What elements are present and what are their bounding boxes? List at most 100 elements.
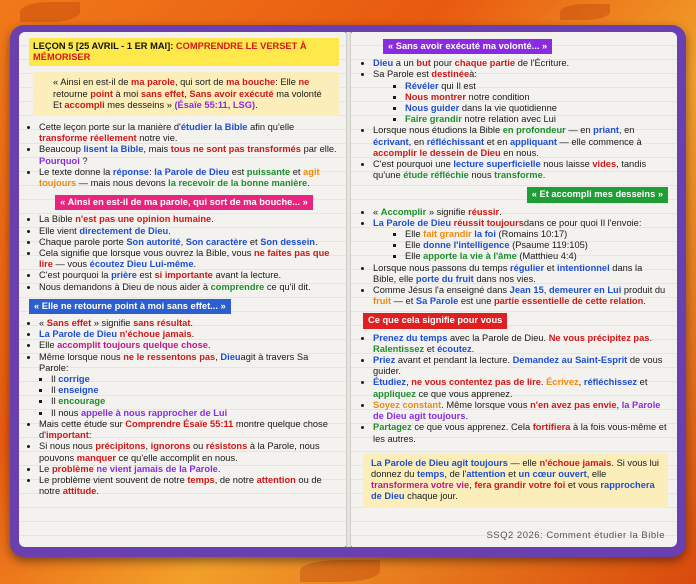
section-title-1: « Ainsi en est-il de ma parole, qui sort… <box>55 195 313 211</box>
text-run: en nous. <box>500 147 539 158</box>
text-run: point <box>90 88 113 99</box>
list-item: Si nous nous précipitons, ignorons ou ré… <box>39 441 339 463</box>
text-run: Nous guider <box>405 103 460 114</box>
text-run: priant <box>593 125 619 136</box>
text-run: , en <box>408 136 427 147</box>
list-item: Il nous appelle à nous rapprocher de Lui <box>51 408 339 419</box>
text-run: attention <box>466 468 506 479</box>
section-1-list: La Bible n'est pas une opinion humaine.E… <box>29 214 339 292</box>
section-3-list-b: Lorsque nous étudions la Bible en profon… <box>363 125 668 181</box>
text-run: Cela signifie que lorsque vous ouvrez la… <box>39 248 254 259</box>
text-run: — et <box>391 296 416 307</box>
text-run: transforme réellement <box>39 133 137 144</box>
text-run: problème <box>51 463 94 474</box>
text-run: dans nos vies. <box>473 273 536 284</box>
text-run: réfléchissant <box>426 136 485 147</box>
text-run: est <box>136 270 155 281</box>
text-run: vides <box>592 159 617 170</box>
text-run: fait grandir <box>423 229 472 240</box>
text-run: Cette leçon porte sur la manière d' <box>39 122 181 133</box>
text-run: . <box>465 411 469 422</box>
section-3-sublist: Révéler qui Il estNous montrer notre con… <box>363 81 668 126</box>
text-run: « <box>373 206 381 217</box>
text-run: prière <box>111 270 137 281</box>
text-run: par elle. <box>300 144 337 155</box>
text-run: ma parole <box>131 77 175 88</box>
text-run: (Psaume 119:105) <box>509 240 588 251</box>
list-item: Elle accomplit toujours quelque chose. <box>39 340 339 351</box>
text-run: Dieu <box>373 58 394 69</box>
text-run: . <box>643 296 646 307</box>
text-run: fera grandir votre foi <box>474 480 566 491</box>
text-run: , en <box>618 125 635 136</box>
text-run: Elle <box>405 240 424 251</box>
list-item: Prenez du temps avec la Parole de Dieu. … <box>373 333 668 355</box>
list-item: Comme Jésus l'a enseigné dans Jean 15, d… <box>373 285 668 307</box>
text-run: Son dessein <box>260 236 315 247</box>
text-run: la foi <box>474 229 496 240</box>
section-2-sublist: Il corrigeIl enseigneIl encourageIl nous… <box>29 374 339 419</box>
text-run: manquer <box>76 452 116 463</box>
list-item: Priez avant et pendant la lecture. Deman… <box>373 355 668 377</box>
text-run: et en <box>484 136 510 147</box>
list-item: La Parole de Dieu réussit toujoursdans c… <box>373 218 668 229</box>
list-item: Il corrige <box>51 374 339 385</box>
text-run: résistons <box>205 441 248 452</box>
text-run: : Elle <box>275 77 299 88</box>
text-run: étudier la Bible <box>180 122 248 133</box>
list-item: « Sans effet » signifie sans résultat. <box>39 318 339 329</box>
text-run: sans effet <box>140 88 185 99</box>
text-run: Étudiez <box>373 377 407 388</box>
text-run: Mais cette étude sur <box>39 418 126 429</box>
text-run: n'est pas une opinion humaine <box>75 214 212 225</box>
text-run: Même lorsque nous <box>39 351 124 362</box>
text-run: . <box>649 332 653 343</box>
text-run: Beaucoup <box>39 144 84 155</box>
text-run: Demandez au Saint-Esprit <box>512 355 628 366</box>
list-item: Lorsque nous passons du temps régulier e… <box>373 263 668 285</box>
text-run: apporte la vie à l'âme <box>423 251 517 262</box>
list-item: Soyez constant. Même lorsque vous n'en a… <box>373 400 668 422</box>
text-run: notre vie. <box>136 133 178 144</box>
right-page: « Sans avoir exécuté ma volonté... » Die… <box>351 32 677 547</box>
text-run: Ne vous précipitez pas <box>548 332 650 343</box>
text-run: ou <box>190 441 206 452</box>
text-run: à moi <box>112 88 141 99</box>
text-run: encourage <box>58 396 106 407</box>
text-run: lisent la Bible <box>83 144 144 155</box>
text-run: Il nous <box>51 407 81 418</box>
list-item: Cette leçon porte sur la manière d'étudi… <box>39 122 339 144</box>
text-run: sans résultat <box>133 318 191 329</box>
text-run: et <box>424 343 438 354</box>
text-run: Le problème vient souvent de notre <box>39 474 188 485</box>
summary-box: La Parole de Dieu agit toujours — elle n… <box>363 452 668 508</box>
text-run: avant et pendant la lecture. <box>395 355 513 366</box>
text-run: La Parole de Dieu <box>39 329 118 340</box>
list-item: Sa Parole est destinéeà: <box>373 69 668 80</box>
list-item: « Accomplir » signifie réussir. <box>373 207 668 218</box>
text-run: C'est pourquoi la <box>39 270 112 281</box>
text-run: et <box>290 166 304 177</box>
text-run: transforme <box>494 170 543 181</box>
text-run: de l'Écriture. <box>515 58 570 69</box>
text-run: Accomplir <box>380 206 427 217</box>
text-run: est <box>229 166 247 177</box>
list-item: Nous montrer notre condition <box>405 92 668 103</box>
text-run: Chaque parole porte <box>39 236 127 247</box>
list-item: Même lorsque nous ne le ressentons pas, … <box>39 352 339 374</box>
text-run: Prenez du temps <box>373 332 448 343</box>
section-3-list-a: Dieu a un but pour chaque partie de l'Éc… <box>363 58 668 80</box>
text-run: . <box>499 206 502 217</box>
text-run: , de l' <box>444 468 467 479</box>
text-run: chaque partie <box>454 58 516 69</box>
list-item: Il enseigne <box>51 385 339 396</box>
text-run: , mais <box>143 144 171 155</box>
text-run: lecture superficielle <box>453 159 541 170</box>
text-run: Dieu <box>220 351 241 362</box>
text-run: La Parole de Dieu <box>373 217 452 228</box>
list-item: Chaque parole porte Son autorité, Son ca… <box>39 237 339 248</box>
text-run: et <box>544 262 557 273</box>
list-item: La Bible n'est pas une opinion humaine. <box>39 214 339 225</box>
text-run: Lorsque nous passons du temps <box>373 262 510 273</box>
text-run: : <box>88 430 92 441</box>
